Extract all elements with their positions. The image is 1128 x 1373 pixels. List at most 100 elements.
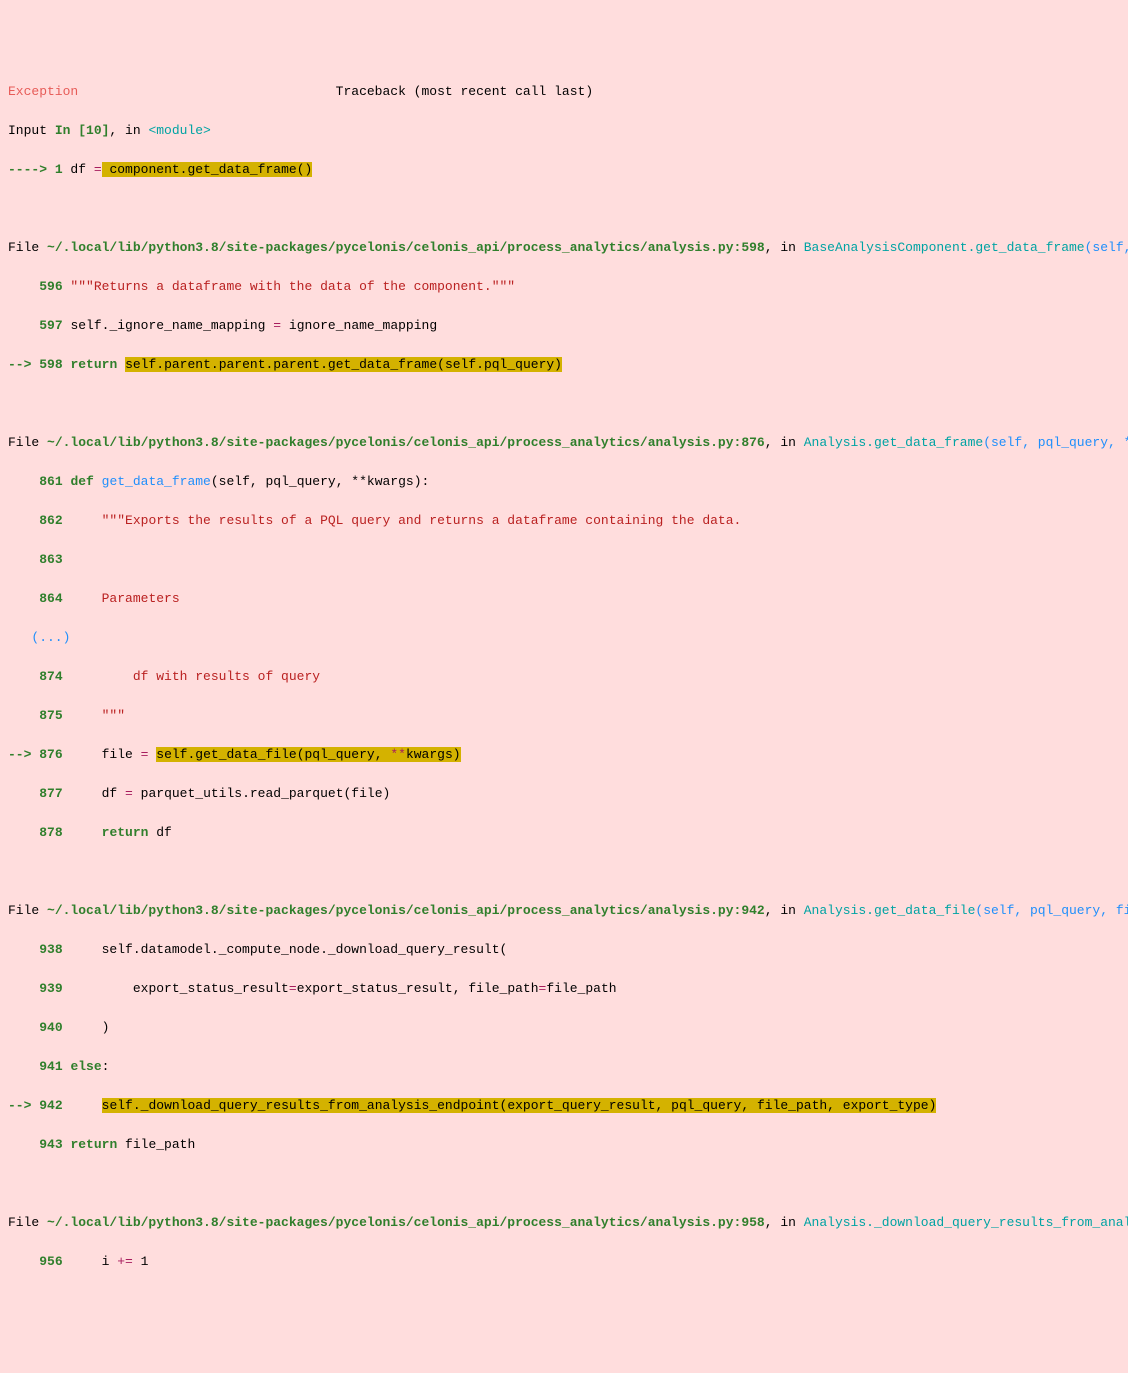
frame3-l874: 874 df with results of query <box>8 667 1120 687</box>
return-kw: return <box>70 1137 117 1152</box>
lineno: 875 <box>39 708 62 723</box>
frame4-l938: 938 self.datamodel._compute_node._downlo… <box>8 940 1120 960</box>
frame3-l863: 863 <box>8 550 1120 570</box>
code-highlight: component.get_data_frame() <box>102 162 313 177</box>
file-path: ~/.local/lib/python3.8/site-packages/pyc… <box>47 435 765 450</box>
op-eq: = <box>94 162 102 177</box>
docstring: """Exports the results of a PQL query an… <box>63 513 742 528</box>
lineno: 942 <box>39 1098 62 1113</box>
op-eq: = <box>141 747 149 762</box>
file-label: File <box>8 240 47 255</box>
op-pluseq: += <box>117 1254 133 1269</box>
return-kw: return <box>102 825 149 840</box>
frame5-header: File ~/.local/lib/python3.8/site-package… <box>8 1213 1120 1233</box>
code-highlight: self.parent.parent.parent.get_data_frame… <box>125 357 562 372</box>
lineno: 597 <box>39 318 62 333</box>
lineno: 940 <box>39 1020 62 1035</box>
lineno: 862 <box>39 513 62 528</box>
frame3-header: File ~/.local/lib/python3.8/site-package… <box>8 433 1120 453</box>
return-kw: return <box>70 357 117 372</box>
frame4-l939: 939 export_status_result=export_status_r… <box>8 979 1120 999</box>
blank-line <box>8 1174 1120 1194</box>
input-module: <module> <box>148 123 210 138</box>
blank-line <box>8 394 1120 414</box>
code-text: kwargs) <box>406 747 461 762</box>
fn-name: get_data_frame <box>94 474 211 489</box>
lineno: 1 <box>55 162 63 177</box>
def-kw: def <box>70 474 93 489</box>
lineno: 863 <box>39 552 62 567</box>
blank-line <box>8 199 1120 219</box>
blank-line <box>8 862 1120 882</box>
lineno: 864 <box>39 591 62 606</box>
file-sep: , in <box>765 1215 804 1230</box>
self-kw: self <box>70 318 101 333</box>
code-text: parquet_utils.read_parquet(file) <box>133 786 390 801</box>
frame2-header: File ~/.local/lib/python3.8/site-package… <box>8 238 1120 258</box>
sig-sep: , <box>1124 240 1128 255</box>
file-sep: , in <box>765 903 804 918</box>
lineno: 939 <box>39 981 62 996</box>
op-eq: = <box>289 981 297 996</box>
exception-label: Exception <box>8 84 78 99</box>
arrow: --> <box>8 747 39 762</box>
frame4-l942: --> 942 self._download_query_results_fro… <box>8 1096 1120 1116</box>
code-text: df <box>148 825 171 840</box>
frame3-l875: 875 """ <box>8 706 1120 726</box>
code-text: file <box>63 747 141 762</box>
func-name: BaseAnalysisComponent.get_data_frame <box>804 240 1085 255</box>
frame3-l877: 877 df = parquet_utils.read_parquet(file… <box>8 784 1120 804</box>
input-line: Input In [10], in <module> <box>8 121 1120 141</box>
code-text <box>63 1098 102 1113</box>
ellipsis: (...) <box>8 630 70 645</box>
file-path: ~/.local/lib/python3.8/site-packages/pyc… <box>47 903 765 918</box>
code-text: : <box>102 1059 110 1074</box>
frame4-header: File ~/.local/lib/python3.8/site-package… <box>8 901 1120 921</box>
op-eq: = <box>273 318 281 333</box>
self-kw: self <box>156 747 187 762</box>
func-name: Analysis.get_data_file <box>804 903 976 918</box>
code-highlight: self.get_data_file(pql_query, **kwargs) <box>156 747 460 762</box>
traceback-header: Exception Traceback (most recent call la… <box>8 82 1120 102</box>
op-star: ** <box>390 747 406 762</box>
frame3-l864: 864 Parameters <box>8 589 1120 609</box>
frame3-l878: 878 return df <box>8 823 1120 843</box>
file-sep: , in <box>765 435 804 450</box>
input-prefix: Input <box>8 123 55 138</box>
self-kw: self <box>102 1098 133 1113</box>
frame4-l940: 940 ) <box>8 1018 1120 1038</box>
code-text: ._download_query_results_from_analysis_e… <box>133 1098 937 1113</box>
traceback-label: Traceback (most recent call last) <box>336 84 593 99</box>
lineno: 943 <box>39 1137 62 1152</box>
arrow: --> <box>8 357 39 372</box>
func-name: Analysis.get_data_frame <box>804 435 983 450</box>
op-eq: = <box>539 981 547 996</box>
lineno: 598 <box>39 357 62 372</box>
frame3-l862: 862 """Exports the results of a PQL quer… <box>8 511 1120 531</box>
file-path: ~/.local/lib/python3.8/site-packages/pyc… <box>47 240 765 255</box>
lineno: 956 <box>39 1254 62 1269</box>
docstring: df with results of query <box>63 669 320 684</box>
func-name: Analysis._download_query_results_from_an… <box>804 1215 1128 1230</box>
code-text: df <box>63 786 125 801</box>
frame1-line: ----> 1 df = component.get_data_frame() <box>8 160 1120 180</box>
lineno: 877 <box>39 786 62 801</box>
lineno: 596 <box>39 279 62 294</box>
arrow: --> <box>8 1098 39 1113</box>
code-text: self.datamodel._compute_node._download_q… <box>63 942 508 957</box>
sig: (self, pql_query, **kwargs) <box>983 435 1128 450</box>
frame3-l876: --> 876 file = self.get_data_file(pql_qu… <box>8 745 1120 765</box>
frame2-l597: 597 self._ignore_name_mapping = ignore_n… <box>8 316 1120 336</box>
file-label: File <box>8 903 47 918</box>
file-sep: , in <box>765 240 804 255</box>
code-text: file_path <box>546 981 616 996</box>
code-text: ._ignore_name_mapping <box>102 318 274 333</box>
self-kw: self <box>445 357 476 372</box>
self-kw: self <box>125 357 156 372</box>
lineno: 876 <box>39 747 62 762</box>
sig-arg: self <box>1092 240 1123 255</box>
code-text: ) <box>63 1020 110 1035</box>
code-text: .parent.parent.parent.get_data_frame( <box>156 357 445 372</box>
frame4-l943: 943 return file_path <box>8 1135 1120 1155</box>
lineno: 878 <box>39 825 62 840</box>
